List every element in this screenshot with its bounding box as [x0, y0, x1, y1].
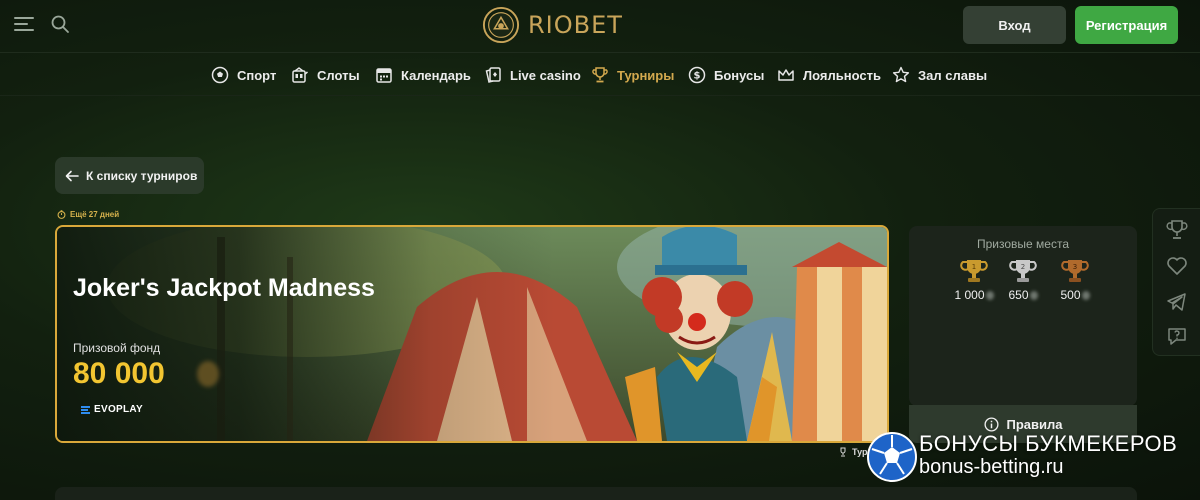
silver-cup-icon: 2: [1009, 260, 1037, 282]
prize-amount: 500: [1060, 288, 1081, 302]
chat-question-icon[interactable]: [1164, 323, 1190, 349]
watermark: БОНУСЫ БУКМЕКЕРОВ bonus-betting.ru: [864, 427, 1200, 487]
riobet-logo[interactable]: RIOBET: [482, 5, 623, 45]
soccer-ball-logo-icon: [867, 432, 917, 482]
login-button[interactable]: Вход: [963, 6, 1066, 44]
nav-item-bonuses[interactable]: $ Бонусы: [688, 65, 764, 85]
nav-label: Спорт: [237, 67, 277, 83]
prize-place-1: 1 1 000: [946, 257, 1002, 302]
prize-fund-value: 80 000: [73, 357, 165, 390]
telegram-icon[interactable]: [1164, 289, 1190, 315]
back-to-tournaments-button[interactable]: К списку турниров: [55, 157, 204, 194]
nav-item-tournaments[interactable]: Турниры: [591, 65, 674, 85]
register-button[interactable]: Регистрация: [1075, 6, 1178, 44]
prize-places-panel: Призовые места 1 1 000 2 650 3 500: [909, 226, 1137, 406]
crown-icon: [778, 69, 794, 81]
nav-label: Слоты: [317, 67, 360, 83]
hamburger-icon[interactable]: [14, 16, 34, 32]
prize-places-title: Призовые места: [976, 237, 1069, 251]
watermark-url: bonus-betting.ru: [919, 456, 1064, 478]
evoplay-mark-icon: [81, 405, 90, 414]
prize-amount: 1 000: [954, 288, 985, 302]
provider-name: EVOPLAY: [94, 404, 143, 415]
prize-place-2: 2 650: [995, 257, 1051, 302]
svg-text:3: 3: [1073, 263, 1077, 271]
currency-icon: [1081, 291, 1090, 301]
back-label: К списку турниров: [86, 168, 198, 183]
trophy-icon: [840, 447, 846, 457]
heart-icon[interactable]: [1164, 253, 1190, 279]
banner-overlay: [57, 227, 887, 441]
currency-icon: [1029, 291, 1038, 301]
currency-icon: [197, 361, 219, 387]
nav-item-hall-of-fame[interactable]: Зал славы: [892, 65, 987, 85]
prize-place-3: 3 500: [1047, 257, 1103, 302]
bronze-cup-icon: 3: [1061, 260, 1089, 282]
calendar-icon: [376, 68, 392, 83]
trophy-icon[interactable]: [1164, 217, 1190, 243]
nav-label: Live casino: [510, 67, 581, 83]
soccer-ball-icon: [211, 66, 229, 84]
nav-item-live-casino[interactable]: Live casino: [484, 65, 581, 85]
stopwatch-icon: [57, 210, 66, 219]
nav-label: Турниры: [617, 67, 675, 83]
nav-item-slots[interactable]: Слоты: [291, 65, 360, 85]
search-icon[interactable]: [50, 14, 70, 34]
nav-label: Бонусы: [714, 67, 765, 83]
nav-label: Календарь: [401, 67, 471, 83]
watermark-title: БОНУСЫ БУКМЕКЕРОВ: [919, 431, 1178, 456]
tournament-title: Joker's Jackpot Madness: [73, 274, 375, 302]
time-remaining: Ещё 27 дней: [57, 210, 119, 219]
svg-text:1: 1: [972, 263, 976, 271]
svg-text:2: 2: [1021, 263, 1025, 271]
prize-amount: 650: [1008, 288, 1029, 302]
nav-item-calendar[interactable]: Календарь: [375, 65, 471, 85]
nav-label: Зал славы: [918, 67, 988, 83]
logo-text: RIOBET: [528, 11, 623, 39]
main-nav: Спорт Слоты Календарь Live casino Турнир…: [0, 52, 1200, 96]
tournament-banner[interactable]: Joker's Jackpot Madness Призовой фонд 80…: [55, 225, 889, 443]
top-header: RIOBET Вход Регистрация: [0, 0, 1200, 52]
gold-cup-icon: 1: [960, 260, 988, 282]
logo-emblem-icon: [482, 6, 520, 44]
svg-text:$: $: [694, 71, 701, 82]
nav-item-loyalty[interactable]: Лояльность: [777, 65, 881, 85]
nav-label: Лояльность: [803, 67, 881, 83]
coin-icon: $: [688, 66, 706, 84]
right-quick-rail: [1152, 208, 1200, 356]
content-card: [55, 487, 1137, 500]
prize-fund-label: Призовой фонд: [73, 341, 161, 355]
nav-item-sport[interactable]: Спорт: [211, 65, 276, 85]
star-icon: [892, 66, 910, 83]
cards-icon: [485, 67, 501, 83]
trophy-icon: [592, 67, 608, 83]
arrow-left-icon: [65, 170, 79, 181]
timer-text: Ещё 27 дней: [70, 210, 120, 219]
currency-icon: [985, 291, 994, 301]
slot-machine-icon: [292, 67, 308, 83]
provider-logo: EVOPLAY: [81, 404, 143, 415]
